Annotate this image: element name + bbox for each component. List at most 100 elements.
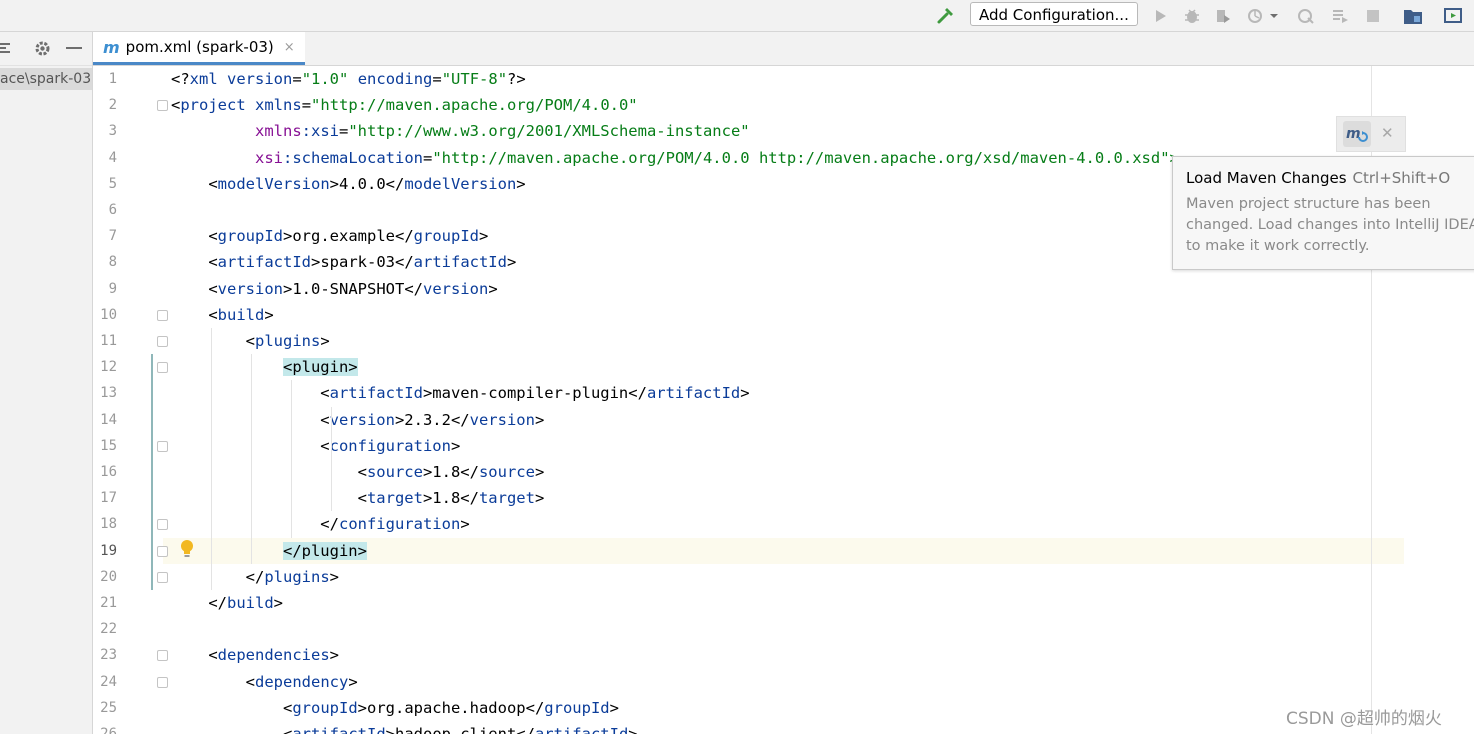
code-token: = [292, 70, 302, 88]
code-token: encoding [357, 70, 433, 88]
code-line[interactable]: <version>1.0-SNAPSHOT</version> [163, 276, 1474, 302]
tooltip-title: Load Maven Changes Ctrl+Shift+O [1186, 169, 1451, 187]
load-maven-changes-icon[interactable]: m [1343, 121, 1371, 147]
code-line[interactable]: </plugin> [163, 538, 1474, 564]
code-token: > [273, 594, 284, 612]
code-token: < [171, 489, 367, 508]
line-number[interactable]: 16 [93, 459, 117, 485]
line-number[interactable]: 23 [93, 642, 117, 668]
code-line[interactable]: </build> [163, 590, 1474, 616]
code-token: groupId [413, 227, 479, 246]
line-number[interactable]: 17 [93, 485, 117, 511]
code-line[interactable]: <dependencies> [163, 642, 1474, 668]
code-token: = [422, 148, 433, 167]
line-number[interactable]: 21 [93, 590, 117, 616]
code-line[interactable]: </configuration> [163, 511, 1474, 537]
minimize-icon[interactable] [66, 47, 82, 49]
code-line[interactable] [163, 616, 1474, 642]
coverage-icon[interactable] [1213, 6, 1233, 26]
hammer-icon[interactable] [936, 6, 956, 26]
code-token: < [171, 279, 218, 298]
code-token: > [329, 567, 339, 586]
code-token: > [478, 227, 489, 246]
code-token: target [366, 489, 423, 508]
code-token: plugins [264, 567, 330, 586]
code-token: modelVersion [217, 174, 330, 193]
code-line[interactable]: <dependency> [163, 669, 1474, 695]
code-line[interactable]: <project xmlns="http://maven.apache.org/… [163, 92, 1474, 118]
code-line[interactable]: <plugin> [163, 354, 1474, 380]
line-number[interactable]: 20 [93, 564, 117, 590]
code-line[interactable]: <artifactId>hadoop-client</artifactId> [163, 721, 1474, 734]
code-line[interactable]: <artifactId>maven-compiler-plugin</artif… [163, 380, 1474, 406]
code-line[interactable]: <configuration> [163, 433, 1474, 459]
code-token: version [329, 410, 395, 429]
line-number[interactable]: 13 [93, 380, 117, 406]
line-number[interactable]: 4 [93, 145, 117, 171]
project-structure-icon[interactable] [1403, 6, 1423, 26]
profile-dropdown-icon[interactable] [1268, 6, 1280, 26]
line-number[interactable]: 6 [93, 197, 117, 223]
tab-pom-xml[interactable]: m pom.xml (spark-03) × [93, 32, 305, 65]
indent-guide [331, 459, 332, 512]
debug-icon[interactable] [1182, 6, 1202, 26]
code-line[interactable]: <build> [163, 302, 1474, 328]
code-token: </ [171, 594, 227, 612]
stop-icon[interactable] [1363, 6, 1383, 26]
line-number[interactable]: 24 [93, 669, 117, 695]
run-with-stop-icon[interactable] [1330, 6, 1350, 26]
lightbulb-icon[interactable] [180, 539, 194, 563]
presentation-icon[interactable] [1443, 6, 1463, 26]
line-number[interactable]: 5 [93, 171, 117, 197]
code-token: groupId [292, 698, 358, 717]
line-number[interactable]: 25 [93, 695, 117, 721]
code-line[interactable]: </plugins> [163, 564, 1474, 590]
line-number[interactable]: 2 [93, 92, 117, 118]
line-number[interactable]: 1 [93, 66, 117, 92]
code-line[interactable]: <plugins> [163, 328, 1474, 354]
line-number[interactable]: 11 [93, 328, 117, 354]
code-token: < [171, 332, 255, 350]
code-line[interactable]: <target>1.8</target> [163, 485, 1474, 511]
code-line[interactable]: <version>2.3.2</version> [163, 407, 1474, 433]
line-number[interactable]: 18 [93, 511, 117, 537]
code-line[interactable]: <?xml version="1.0" encoding="UTF-8"?> [163, 66, 1474, 92]
code-token: dependencies [217, 646, 330, 665]
line-number[interactable]: 26 [93, 721, 117, 734]
gear-icon[interactable] [34, 40, 51, 61]
code-token: xmlns [255, 122, 302, 141]
code-token: = [432, 70, 442, 88]
code-token: groupId [544, 698, 610, 717]
code-token: >hadoop-client</ [385, 725, 535, 734]
line-number[interactable]: 22 [93, 616, 117, 642]
code-token: target [478, 489, 535, 508]
line-number[interactable]: 10 [93, 302, 117, 328]
project-tree-item-label: ace\spark-03 [0, 71, 92, 87]
code-token: dependency [255, 672, 349, 691]
code-line[interactable]: <source>1.8</source> [163, 459, 1474, 485]
line-number[interactable]: 8 [93, 249, 117, 275]
code-token: project [180, 96, 246, 115]
project-panel-header [0, 32, 92, 66]
line-number[interactable]: 3 [93, 118, 117, 144]
attach-debugger-icon[interactable] [1296, 6, 1316, 26]
close-icon[interactable]: ✕ [1381, 124, 1394, 142]
line-number[interactable]: 9 [93, 276, 117, 302]
code-token: version [469, 410, 535, 429]
close-icon[interactable]: × [284, 40, 295, 55]
project-tree-item[interactable]: ace\spark-03 [0, 68, 92, 90]
collapse-all-icon[interactable] [0, 40, 12, 60]
code-token: source [478, 463, 535, 481]
line-number[interactable]: 12 [93, 354, 117, 380]
code-token: > [628, 725, 638, 734]
add-configuration-button[interactable]: Add Configuration... [970, 2, 1138, 26]
run-icon[interactable] [1150, 6, 1170, 26]
line-number[interactable]: 14 [93, 407, 117, 433]
code-line[interactable]: xmlns:xsi="http://www.w3.org/2001/XMLSch… [163, 118, 1474, 144]
line-number[interactable]: 7 [93, 223, 117, 249]
line-number[interactable]: 19 [93, 538, 117, 564]
code-token: > [450, 436, 461, 455]
code-line[interactable]: <groupId>org.apache.hadoop</groupId> [163, 695, 1474, 721]
line-number[interactable]: 15 [93, 433, 117, 459]
profile-icon[interactable] [1246, 6, 1266, 26]
